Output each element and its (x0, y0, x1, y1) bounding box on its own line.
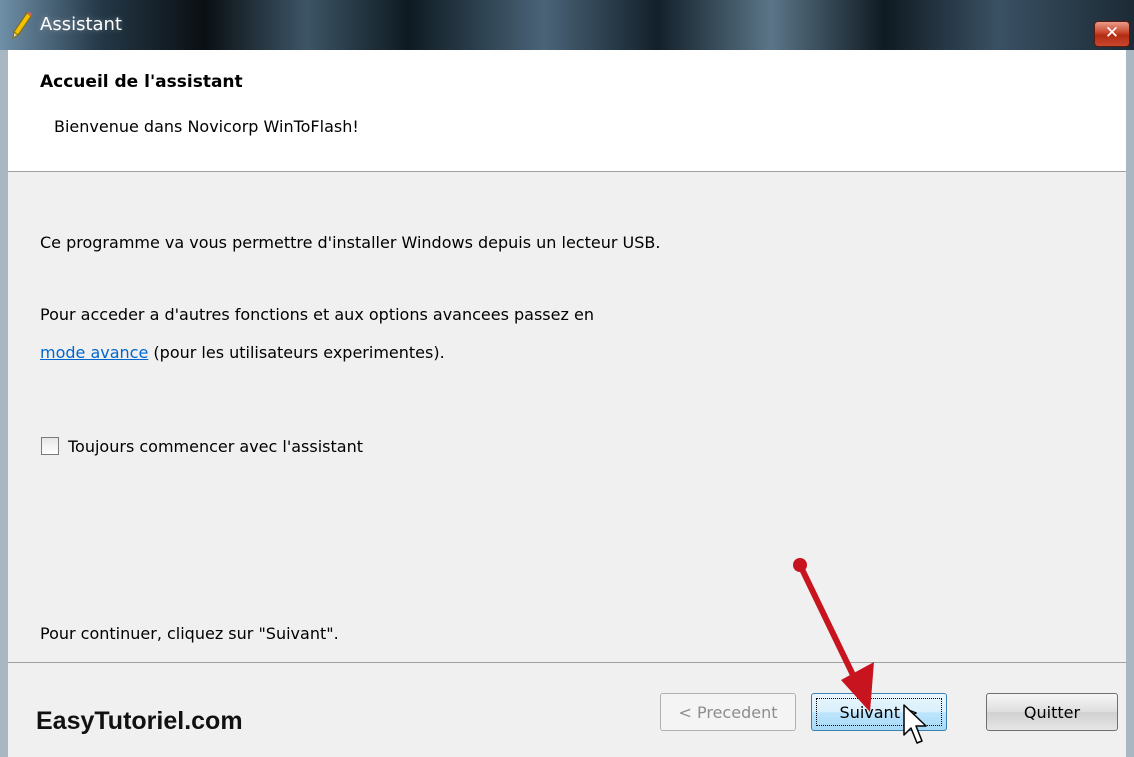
close-button[interactable]: ✕ (1094, 21, 1130, 47)
pencil-icon (12, 12, 32, 39)
quit-button[interactable]: Quitter (986, 693, 1118, 731)
window-title: Assistant (40, 14, 123, 35)
wizard-content: Ce programme va vous permettre d'install… (8, 172, 1126, 662)
advanced-mode-note: (pour les utilisateurs experimentes). (148, 343, 445, 362)
advanced-mode-line: mode avance (pour les utilisateurs exper… (40, 343, 445, 362)
continue-instruction: Pour continuer, cliquez sur "Suivant". (40, 624, 339, 643)
advanced-mode-text: Pour acceder a d'autres fonctions et aux… (40, 305, 594, 324)
title-bar[interactable]: Assistant ✕ (0, 0, 1134, 50)
watermark-brand: EasyTutoriel.com (36, 707, 243, 735)
intro-text: Ce programme va vous permettre d'install… (40, 233, 661, 252)
always-start-wizard-checkbox[interactable] (41, 437, 59, 455)
page-subtitle: Bienvenue dans Novicorp WinToFlash! (54, 117, 359, 136)
window-frame-right (1126, 50, 1134, 757)
window-frame-left (0, 50, 8, 757)
mouse-pointer-icon (903, 704, 927, 744)
page-title: Accueil de l'assistant (40, 72, 243, 92)
previous-button[interactable]: < Precedent (660, 693, 796, 731)
advanced-mode-link[interactable]: mode avance (40, 343, 148, 362)
wizard-header: Accueil de l'assistant Bienvenue dans No… (8, 50, 1126, 172)
wizard-footer: EasyTutoriel.com < Precedent Suivant > Q… (8, 663, 1126, 757)
wizard-window: Assistant ✕ Accueil de l'assistant Bienv… (0, 0, 1134, 757)
close-icon: ✕ (1104, 23, 1120, 43)
always-start-wizard-label[interactable]: Toujours commencer avec l'assistant (68, 437, 363, 456)
